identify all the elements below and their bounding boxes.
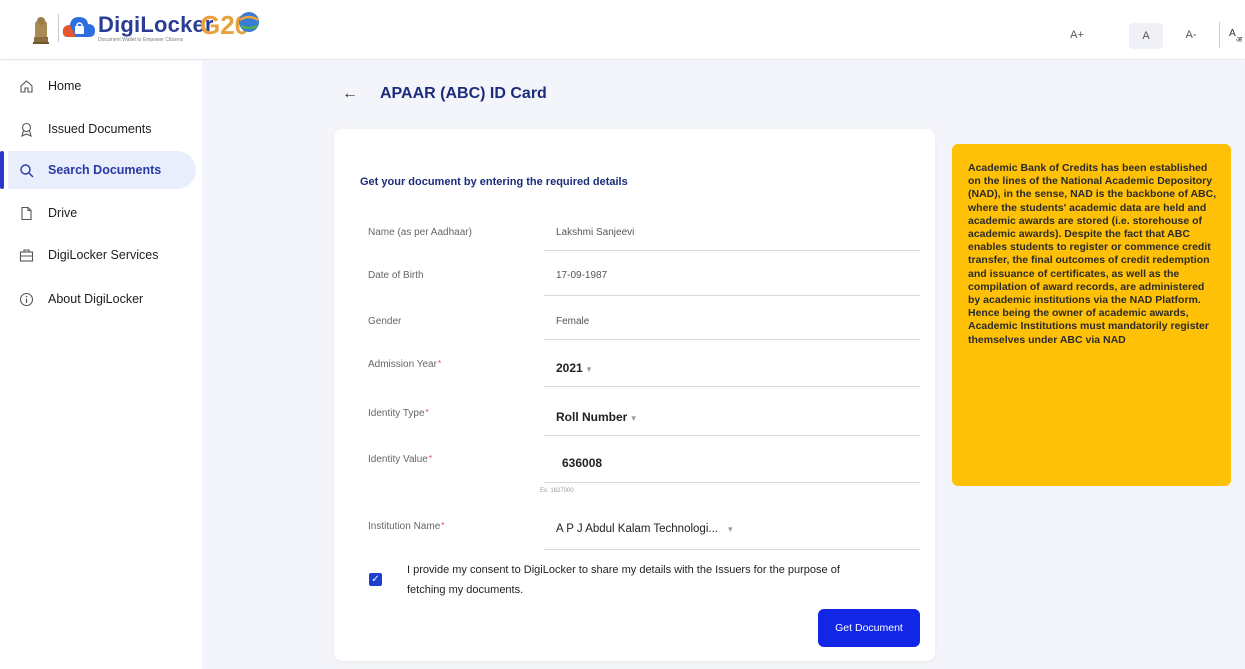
name-field[interactable]: Lakshmi Sanjeevi	[556, 227, 634, 238]
consent-text: I provide my consent to DigiLocker to sh…	[407, 564, 840, 596]
consent-checkbox[interactable]: ✓	[369, 573, 382, 586]
field-label: Identity Value*	[368, 454, 432, 465]
active-indicator	[0, 151, 4, 189]
field-underline	[544, 435, 920, 436]
logo-divider	[58, 14, 59, 42]
field-underline	[544, 549, 920, 550]
admission-year-select[interactable]: 2021 ▾	[556, 361, 591, 375]
sidebar-item-label: Search Documents	[48, 163, 162, 177]
field-underline	[544, 339, 920, 340]
field-label: Admission Year*	[368, 359, 442, 370]
digilocker-logo-icon[interactable]	[62, 13, 96, 41]
required-asterisk: *	[441, 521, 445, 530]
field-label: Institution Name*	[368, 521, 445, 532]
brand-name[interactable]: DigiLocker	[98, 12, 214, 38]
top-header: DigiLocker Document Wallet to Empower Ci…	[0, 0, 1245, 60]
dob-field[interactable]: 17-09-1987	[556, 270, 607, 281]
identity-type-select[interactable]: Roll Number ▾	[556, 410, 636, 424]
sidebar-item-about-digilocker[interactable]: About DigiLocker	[8, 280, 196, 318]
svg-text:अ: अ	[1236, 35, 1243, 44]
field-label: Identity Type*	[368, 408, 429, 419]
sidebar-item-label: Drive	[48, 206, 78, 220]
field-underline	[544, 386, 920, 387]
sidebar-item-label: About DigiLocker	[48, 292, 144, 306]
award-icon	[18, 121, 34, 137]
info-icon	[18, 291, 34, 307]
gender-field[interactable]: Female	[556, 316, 589, 327]
file-icon	[18, 205, 34, 221]
field-underline	[544, 482, 920, 483]
field-underline	[544, 295, 920, 296]
required-asterisk: *	[428, 454, 432, 463]
page-title: APAAR (ABC) ID Card	[380, 85, 547, 102]
chevron-down-icon: ▾	[727, 524, 733, 534]
sidebar-item-home[interactable]: Home	[8, 67, 196, 105]
sidebar: Home Issued Documents Search Documents D…	[0, 61, 202, 669]
briefcase-icon	[18, 247, 34, 263]
main-content: ← APAAR (ABC) ID Card Get your document …	[202, 61, 1245, 669]
required-asterisk: *	[425, 408, 429, 417]
header-divider	[1219, 22, 1220, 48]
sidebar-item-search-documents[interactable]: Search Documents	[0, 151, 196, 189]
search-icon	[18, 162, 34, 178]
sidebar-item-label: Home	[48, 79, 82, 93]
font-normal-button[interactable]: A	[1129, 23, 1163, 49]
svg-text:A: A	[1229, 28, 1236, 39]
required-asterisk: *	[437, 359, 442, 368]
sidebar-item-issued-documents[interactable]: Issued Documents	[8, 110, 196, 148]
identity-value-hint: Ex. 1627000	[540, 488, 574, 494]
sidebar-item-label: DigiLocker Services	[48, 248, 159, 262]
field-underline	[544, 250, 920, 251]
language-icon[interactable]: A अ	[1229, 26, 1245, 44]
g20-globe-icon	[239, 12, 259, 32]
sidebar-item-drive[interactable]: Drive	[8, 194, 196, 232]
form-heading: Get your document by entering the requir…	[360, 176, 628, 188]
get-document-button[interactable]: Get Document	[818, 609, 920, 647]
font-increase-button[interactable]: A+	[1066, 22, 1088, 48]
field-label: Date of Birth	[368, 270, 424, 281]
institution-select[interactable]: A P J Abdul Kalam Technologi... ▾	[556, 523, 733, 535]
abc-info-panel: Academic Bank of Credits has been establ…	[952, 144, 1231, 486]
identity-value-input[interactable]: 636008	[562, 456, 602, 470]
sidebar-item-digilocker-services[interactable]: DigiLocker Services	[8, 236, 196, 274]
document-form-card: Get your document by entering the requir…	[334, 129, 935, 661]
chevron-down-icon: ▾	[631, 413, 636, 423]
national-emblem-icon	[33, 17, 49, 44]
field-label: Gender	[368, 316, 402, 327]
field-label: Name (as per Aadhaar)	[368, 227, 472, 238]
sidebar-item-label: Issued Documents	[48, 122, 152, 136]
back-arrow-icon[interactable]: ←	[342, 85, 358, 103]
font-decrease-button[interactable]: A-	[1180, 22, 1202, 48]
brand-tagline: Document Wallet to Empower Citizens	[98, 37, 184, 43]
chevron-down-icon: ▾	[586, 364, 592, 374]
home-icon	[18, 78, 34, 94]
